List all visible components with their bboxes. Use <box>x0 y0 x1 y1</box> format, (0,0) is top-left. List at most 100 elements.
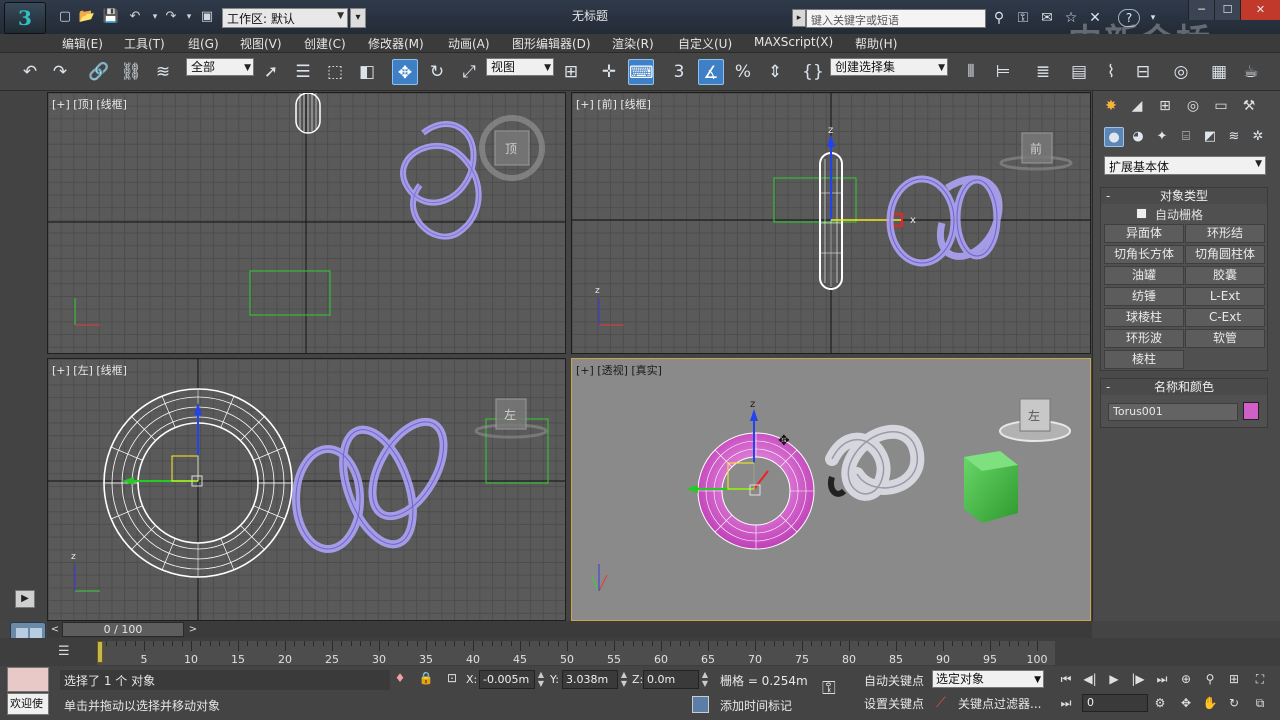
mirror-icon[interactable]: ⫴ <box>958 59 984 85</box>
hand-pan-icon[interactable]: ✋ <box>1200 694 1220 712</box>
menu-modifiers[interactable]: 修改器(M) <box>368 35 424 52</box>
app-menu-button[interactable]: 3 <box>4 2 46 34</box>
search-input[interactable]: 键入关键字或短语 <box>806 9 986 28</box>
subscription-icon[interactable]: ⚿ <box>1014 9 1032 27</box>
key-mode-icon[interactable]: ⏭ <box>1056 694 1076 712</box>
hose-button[interactable]: 软管 <box>1185 329 1265 348</box>
new-file-icon[interactable]: ▢ <box>56 9 74 25</box>
viewport-label-front[interactable]: [+] [前] [线框] <box>576 96 651 112</box>
go-to-start-icon[interactable]: ⏮ <box>1056 670 1076 688</box>
menu-customize[interactable]: 自定义(U) <box>678 35 732 52</box>
time-config-icon[interactable]: ⚙ <box>1150 694 1170 712</box>
maximize-toggle-icon[interactable]: ⧉ <box>1250 694 1270 712</box>
communication-icon[interactable]: ✉ <box>1038 9 1056 27</box>
viewport-label-top[interactable]: [+] [顶] [线框] <box>52 96 127 112</box>
time-slider-next-icon[interactable]: > <box>186 622 200 637</box>
set-key-button[interactable]: 设置关键点 <box>864 695 924 712</box>
time-slider-prev-icon[interactable]: < <box>48 622 62 637</box>
autogrid-checkbox[interactable] <box>1136 208 1147 219</box>
spacewarps-icon[interactable]: ≋ <box>1224 127 1244 147</box>
undo-icon[interactable]: ↶ <box>126 9 144 25</box>
pan-icon[interactable]: ✥ <box>1176 694 1196 712</box>
z-coordinate-input[interactable]: 0.0m <box>643 670 699 689</box>
menu-animation[interactable]: 动画(A) <box>448 35 490 52</box>
redo-dropdown-icon[interactable]: ▾ <box>180 9 198 25</box>
menu-help[interactable]: 帮助(H) <box>855 35 897 52</box>
angle-snap-icon[interactable]: ∡ <box>698 59 724 85</box>
lights-icon[interactable]: ✦ <box>1152 127 1172 147</box>
c-ext-button[interactable]: C-Ext <box>1185 308 1265 327</box>
render-setup-icon[interactable]: ▦ <box>1206 59 1232 85</box>
redo-icon[interactable]: ↷ <box>162 9 180 25</box>
material-editor-icon[interactable]: ◎ <box>1168 59 1194 85</box>
chamfer-cylinder-button[interactable]: 切角圆柱体 <box>1185 245 1265 264</box>
menu-views[interactable]: 视图(V) <box>240 35 282 52</box>
workspace-dropdown[interactable]: 工作区: 默认 ▼ <box>222 8 348 28</box>
viewport-perspective[interactable]: z 左 ✥ [+] [透视] [真实] <box>571 358 1091 621</box>
y-coordinate-input[interactable]: 3.038m <box>562 670 618 689</box>
selection-filter-dropdown[interactable]: 全部 ▼ <box>186 58 254 76</box>
mini-curve-editor-icon[interactable]: ☰ <box>58 644 78 660</box>
viewport-top[interactable]: 顶 [+] [顶] [线框] <box>47 92 566 354</box>
absolute-mode-icon[interactable]: ⊡ <box>444 671 460 687</box>
viewport-left[interactable]: 左 z [+] [左] [线框] <box>47 358 566 621</box>
next-frame-icon[interactable]: |▶ <box>1128 670 1148 688</box>
previous-frame-icon[interactable]: ◀| <box>1080 670 1100 688</box>
isolate-selection-icon[interactable]: ♦ <box>392 671 408 687</box>
zoom-icon[interactable]: ⚲ <box>1200 670 1220 688</box>
object-name-input[interactable]: Torus001 <box>1108 403 1238 421</box>
motion-tab-icon[interactable]: ◎ <box>1182 96 1204 116</box>
named-selection-dropdown[interactable]: 创建选择集 ▼ <box>830 58 948 76</box>
menu-create[interactable]: 创建(C) <box>304 35 346 52</box>
menu-graph-editors[interactable]: 图形编辑器(D) <box>512 35 591 52</box>
select-manipulate-icon[interactable]: ✛ <box>596 59 622 85</box>
undo-icon[interactable]: ↶ <box>17 59 43 85</box>
render-teapot-icon[interactable]: ☕ <box>1238 59 1264 85</box>
object-color-swatch[interactable] <box>1243 402 1259 420</box>
play-icon[interactable]: ▶ <box>1104 670 1124 688</box>
search-expand-button[interactable]: ▸ <box>792 9 806 27</box>
auto-key-button[interactable]: 自动关键点 <box>864 672 924 689</box>
display-tab-icon[interactable]: ▭ <box>1210 96 1232 116</box>
select-and-scale-icon[interactable]: ⤢ <box>456 59 482 85</box>
time-slider-thumb[interactable]: 0 / 100 <box>62 622 184 637</box>
align-icon[interactable]: ⊨ <box>990 59 1016 85</box>
percent-snap-icon[interactable]: % <box>730 59 756 85</box>
menu-tools[interactable]: 工具(T) <box>124 35 165 52</box>
link-icon[interactable]: 🔗 <box>86 59 112 85</box>
minimize-button[interactable]: ─ <box>1188 0 1214 20</box>
binoculars-icon[interactable]: ⚲ <box>990 9 1008 27</box>
current-frame-input[interactable]: 0 <box>1082 694 1148 712</box>
viewport-front[interactable]: z x 前 z [+] [前] [线框] <box>571 92 1091 354</box>
save-icon[interactable]: 💾 <box>102 9 120 25</box>
select-object-icon[interactable]: ➚ <box>258 59 284 85</box>
close-button[interactable]: ✕ <box>1240 0 1280 20</box>
utilities-tab-icon[interactable]: ⚒ <box>1238 96 1260 116</box>
systems-icon[interactable]: ✲ <box>1248 127 1268 147</box>
l-ext-button[interactable]: L-Ext <box>1185 287 1265 306</box>
name-color-header[interactable]: - 名称和颜色 <box>1101 379 1267 395</box>
menu-group[interactable]: 组(G) <box>188 35 219 52</box>
redo-icon[interactable]: ↷ <box>47 59 73 85</box>
helpers-icon[interactable]: ◩ <box>1200 127 1220 147</box>
window-crossing-icon[interactable]: ◧ <box>354 59 380 85</box>
maxscript-output[interactable]: 欢迎使 <box>7 693 49 715</box>
bind-spacewarp-icon[interactable]: ≋ <box>150 59 176 85</box>
oil-tank-button[interactable]: 油罐 <box>1104 266 1184 285</box>
current-time-marker[interactable] <box>97 641 103 663</box>
object-type-header[interactable]: - 对象类型 <box>1101 188 1267 204</box>
geometry-category-dropdown[interactable]: 扩展基本体 ▼ <box>1104 156 1266 175</box>
modify-tab-icon[interactable]: ◢ <box>1126 96 1148 116</box>
edit-named-selection-icon[interactable]: {} <box>800 59 826 85</box>
track-area[interactable]: 5 10 15 20 25 30 35 40 45 50 55 60 65 70 75 80 85 90 95 100 <box>97 641 1055 666</box>
key-filters-button[interactable]: 关键点过滤器... <box>958 695 1041 712</box>
project-folder-icon[interactable]: ▣ <box>198 9 216 25</box>
spindle-button[interactable]: 纺锤 <box>1104 287 1184 306</box>
select-by-name-icon[interactable]: ☰ <box>290 59 316 85</box>
maximize-button[interactable]: ☐ <box>1214 0 1240 20</box>
capsule-button[interactable]: 胶囊 <box>1185 266 1265 285</box>
menu-rendering[interactable]: 渲染(R) <box>612 35 654 52</box>
orbit-icon[interactable]: ↻ <box>1224 694 1244 712</box>
x-spinner-icon[interactable]: ▲ ▼ <box>536 670 546 689</box>
menu-edit[interactable]: 编辑(E) <box>62 35 103 52</box>
